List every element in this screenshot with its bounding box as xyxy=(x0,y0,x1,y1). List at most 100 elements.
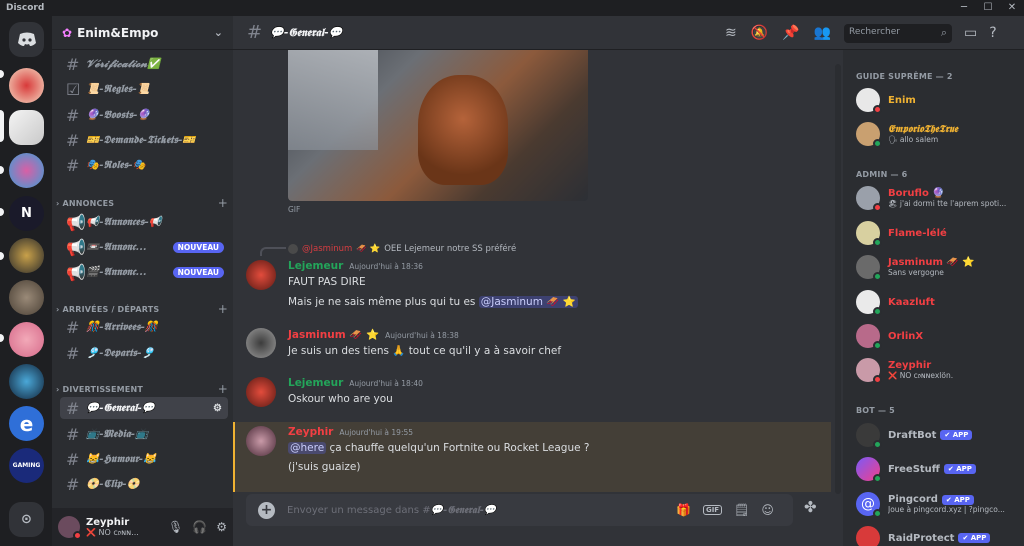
server-icon[interactable]: GAMING xyxy=(9,448,44,483)
user-status: ❌ NO c𝔬ɴɴ... xyxy=(86,527,139,537)
scrollbar[interactable] xyxy=(835,64,841,494)
hash-icon: # xyxy=(66,105,80,125)
online-status-icon xyxy=(873,307,882,316)
category-arrivees[interactable]: › ARRIVÉES / DÉPARTS + xyxy=(56,302,228,316)
server-icon[interactable] xyxy=(9,68,44,103)
channel-regles[interactable]: ☑ 📜-𝕽𝖊𝖌𝖑𝖊𝖘-📜 xyxy=(60,78,228,100)
message-author[interactable]: Jasminum 🛷 ⭐ xyxy=(288,328,379,341)
gift-icon[interactable]: 🎁 xyxy=(676,503,691,517)
gear-icon[interactable]: ⚙ xyxy=(216,520,227,534)
channel-label: 📢-𝕬𝖓𝖓𝖔𝖓𝖈𝖊𝖘-📢 xyxy=(86,216,162,228)
channel-annonces-2[interactable]: 📢 📼-𝕬𝖓𝖓𝖔𝖓𝖈... NOUVEAU xyxy=(60,236,228,258)
member-name: Flame-lélé xyxy=(888,227,947,239)
member-item[interactable]: OrlinX xyxy=(856,322,1021,350)
channel-label: 🔮-𝕭𝖔𝖔𝖘𝖙𝖘-🔮 xyxy=(86,109,151,121)
channel-annonces-3[interactable]: 📢 🎬-𝕬𝖓𝖓𝖔𝖓𝖈... NOUVEAU xyxy=(60,261,228,283)
channel-header: # 💬-𝕲𝖊𝖓𝖊𝖗𝖆𝖑-💬 ≋ 🔕 📌 👥 Rechercher ⌕ ▭ ? xyxy=(233,16,1024,50)
add-attachment-icon[interactable]: + xyxy=(258,501,275,519)
member-item[interactable]: 𝕰𝖒𝖕𝖔𝖗𝖎𝖔𝕿𝖍𝖊𝕿𝖗𝖚𝖊 🗣 allo salem xyxy=(856,120,1021,148)
message-author[interactable]: Lejemeur xyxy=(288,377,343,389)
discord-home-icon[interactable] xyxy=(9,22,44,57)
sticker-icon[interactable]: 🗒 xyxy=(734,503,749,517)
member-item[interactable]: Enim xyxy=(856,86,1021,114)
channel-annonces[interactable]: 📢 📢-𝕬𝖓𝖓𝖔𝖓𝖈𝖊𝖘-📢 xyxy=(60,211,228,233)
message-input[interactable]: + Envoyer un message dans #💬-𝕲𝖊𝖓𝖊𝖗𝖆𝖑-💬 🎁… xyxy=(246,494,793,526)
gif-button[interactable]: GIF xyxy=(702,505,723,515)
search-input[interactable]: Rechercher ⌕ xyxy=(844,24,952,43)
here-mention[interactable]: @here xyxy=(288,442,327,454)
add-channel-icon[interactable]: + xyxy=(218,382,228,396)
server-icon[interactable]: e xyxy=(9,406,44,441)
channel-label: 🎭-𝕽𝖔𝖑𝖊𝖘-🎭 xyxy=(86,159,146,171)
guild-header[interactable]: ✿ Enim&Empo ⌄ xyxy=(52,16,233,50)
close-icon[interactable]: ✕ xyxy=(1000,0,1024,16)
at-icon: @ xyxy=(856,492,882,518)
channel-tickets[interactable]: # 🎫-𝕯𝖊𝖒𝖆𝖓𝖉𝖊-𝕿𝖎𝖈𝖐𝖊𝖙𝖘-🎫 xyxy=(60,129,228,151)
settings-icon[interactable]: ⚙ xyxy=(213,403,222,414)
server-icon[interactable] xyxy=(9,238,44,273)
channel-verification[interactable]: # 𝓥𝓮́𝓻𝓲𝓯𝓲𝓬𝓪𝓽𝓲𝓸𝓷✅ xyxy=(60,53,228,75)
explore-icon[interactable]: ⊙ xyxy=(9,502,44,537)
avatar xyxy=(856,255,882,281)
category-label: ANNONCES xyxy=(62,198,115,208)
channel-general[interactable]: # 💬-𝕲𝖊𝖓𝖊𝖗𝖆𝖑-💬 ⚙ xyxy=(60,397,228,419)
unread-pill xyxy=(0,70,4,78)
emoji-icon[interactable]: ☺ xyxy=(761,503,774,517)
title-bar: Discord ─ ☐ ✕ xyxy=(0,0,1024,16)
server-icon[interactable] xyxy=(9,364,44,399)
maximize-icon[interactable]: ☐ xyxy=(976,0,1000,16)
add-channel-icon[interactable]: + xyxy=(218,196,228,210)
message-author[interactable]: Lejemeur xyxy=(288,260,343,272)
microphone-icon[interactable]: 🎙 xyxy=(168,520,183,534)
member-item[interactable]: FreeStuff ✔ APP xyxy=(856,455,1021,483)
member-item[interactable]: @ Pingcord ✔ APP Joue à pingcord.xyz | ?pin… xyxy=(856,490,1021,518)
user-mention[interactable]: @Jasminum 🛷 ⭐ xyxy=(478,296,578,308)
members-icon[interactable]: 👥 xyxy=(814,25,831,41)
mute-bell-icon[interactable]: 🔕 xyxy=(751,25,768,41)
channel-clip[interactable]: # 📀-𝕮𝖑𝖎𝖕-📀 xyxy=(60,473,228,495)
channel-label: 🎫-𝕯𝖊𝖒𝖆𝖓𝖉𝖊-𝕿𝖎𝖈𝖐𝖊𝖙𝖘-🎫 xyxy=(86,134,196,146)
member-item[interactable]: Boruflo 🔮 🏖 j'ai dormi tte l'aprem spoti.… xyxy=(856,184,1021,212)
member-item[interactable]: Flame-lélé xyxy=(856,219,1021,247)
avatar[interactable] xyxy=(58,516,82,540)
avatar[interactable] xyxy=(246,377,276,407)
avatar[interactable] xyxy=(246,426,276,456)
headphones-icon[interactable]: 🎧 xyxy=(192,520,207,534)
member-item[interactable]: DraftBot ✔ APP xyxy=(856,421,1021,449)
avatar[interactable] xyxy=(246,260,276,290)
channel-media[interactable]: # 📺-𝕸𝖊𝖉𝖎𝖆-📺 xyxy=(60,423,228,445)
member-category: ADMIN — 6 xyxy=(856,170,908,179)
minimize-icon[interactable]: ─ xyxy=(952,0,976,16)
server-icon[interactable] xyxy=(9,280,44,315)
gif-attachment[interactable] xyxy=(288,50,588,201)
channel-departs[interactable]: # 🎐-𝕯𝖊𝖕𝖆𝖗𝖙𝖘-🎐 xyxy=(60,342,228,364)
member-item[interactable]: RaidProtect ✔ APP xyxy=(856,524,1021,546)
category-annonces[interactable]: › ANNONCES + xyxy=(56,196,228,210)
channel-label: 🎊-𝕬𝖗𝖗𝖎𝖛𝖊𝖊𝖘-🎊 xyxy=(86,321,158,333)
help-icon[interactable]: ? xyxy=(989,25,996,41)
member-name: Boruflo 🔮 xyxy=(888,188,945,199)
channel-boosts[interactable]: # 🔮-𝕭𝖔𝖔𝖘𝖙𝖘-🔮 xyxy=(60,104,228,126)
server-icon-active[interactable] xyxy=(9,110,44,145)
member-item[interactable]: Zeyphir ❌ NO c𝔬ɴɴexlön. xyxy=(856,356,1021,384)
category-divertissement[interactable]: › DIVERTISSEMENT + xyxy=(56,382,228,396)
member-item[interactable]: Kaazluft xyxy=(856,288,1021,316)
add-channel-icon[interactable]: + xyxy=(218,302,228,316)
threads-icon[interactable]: ≋ xyxy=(725,25,737,41)
hash-icon: # xyxy=(247,22,263,43)
avatar[interactable] xyxy=(246,328,276,358)
server-icon[interactable] xyxy=(9,322,44,357)
server-icon[interactable] xyxy=(9,153,44,188)
server-icon[interactable]: N xyxy=(9,196,44,231)
channel-humour[interactable]: # 😹-𝕳𝖚𝖒𝖔𝖚𝖗-😹 xyxy=(60,448,228,470)
apps-icon[interactable]: ✤ xyxy=(804,498,817,516)
member-item[interactable]: Jasminum 🛷 ⭐ Sans vergogne xyxy=(856,253,1021,281)
message-author[interactable]: Zeyphir xyxy=(288,426,333,438)
pin-icon[interactable]: 📌 xyxy=(782,25,799,41)
channel-roles[interactable]: # 🎭-𝕽𝖔𝖑𝖊𝖘-🎭 xyxy=(60,154,228,176)
reply-preview[interactable]: @Jasminum 🛷 ⭐ OEE Lejemeur notre SS préf… xyxy=(288,244,516,254)
rules-icon: ☑ xyxy=(66,79,81,99)
inbox-icon[interactable]: ▭ xyxy=(964,25,977,41)
channel-arrivees[interactable]: # 🎊-𝕬𝖗𝖗𝖎𝖛𝖊𝖊𝖘-🎊 xyxy=(60,316,228,338)
reply-avatar xyxy=(288,244,298,254)
